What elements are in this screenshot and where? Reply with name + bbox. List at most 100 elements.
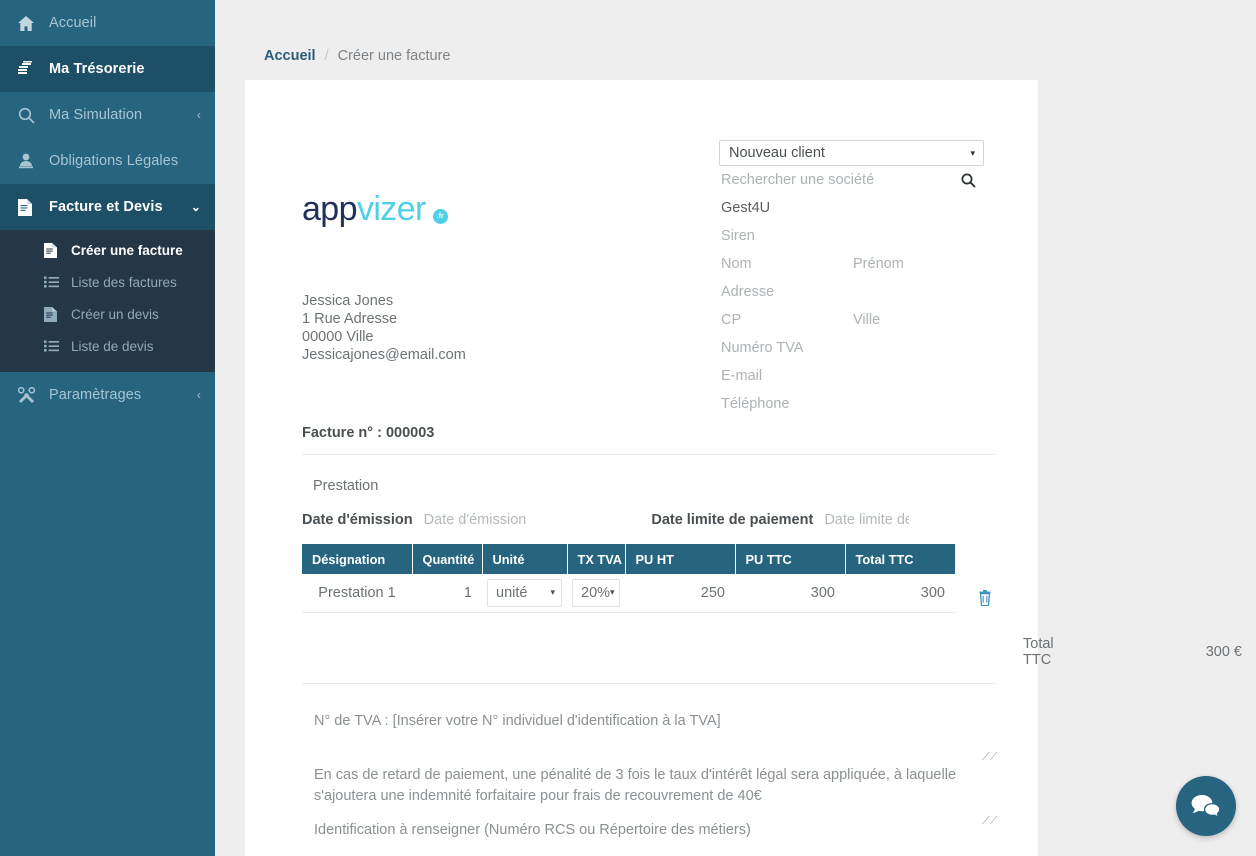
company-search-placeholder: Rechercher une société [721, 172, 875, 188]
sidebar-item-liste-de-devis[interactable]: Liste de devis [0, 330, 215, 362]
client-field-adresse[interactable]: Adresse [719, 278, 984, 306]
chevron-down-icon: ▾ [970, 147, 975, 158]
sidebar-item-accueil[interactable]: Accueil [0, 0, 215, 46]
client-field-numero-tva[interactable]: Numéro TVA [719, 334, 984, 362]
app-root: Accueil Ma Trésorerie Ma Simulation ‹ Ob… [0, 0, 1256, 856]
sidebar-submenu: Créer une facture Liste des factures Cré… [0, 230, 215, 372]
identification-textarea[interactable]: Identification à renseigner (Numéro RCS … [302, 820, 995, 841]
tva-textarea[interactable]: N° de TVA : [Insérer votre N° individuel… [302, 711, 997, 763]
table-row: Prestation 1 1 unité ▾ 20% ▾ 250 300 300 [302, 574, 955, 613]
dates-row: Date d'émission Date d'émission Date lim… [302, 512, 995, 528]
prestation-title: Prestation [313, 478, 379, 494]
col-header-pu-ttc: PU TTC [735, 544, 846, 574]
cell-pu-ht[interactable]: 250 [625, 574, 735, 613]
chevron-left-icon: ‹ [196, 108, 201, 122]
sidebar-label-parametrages: Paramètrages [49, 387, 142, 403]
company-search-row[interactable]: Rechercher une société [719, 166, 984, 194]
breadcrumb-separator: / [324, 48, 329, 64]
client-select-dropdown[interactable]: Nouveau client ▾ [719, 140, 984, 166]
client-panel: Nouveau client ▾ Rechercher une société … [719, 140, 984, 418]
sidebar-item-ma-simulation[interactable]: Ma Simulation ‹ [0, 92, 215, 138]
client-field-telephone[interactable]: Téléphone [719, 390, 984, 418]
search-icon [18, 106, 40, 124]
date-emission-field[interactable]: Date d'émission Date d'émission [302, 512, 526, 528]
magnifier-icon[interactable] [961, 173, 984, 188]
col-header-designation: Désignation [302, 544, 413, 574]
col-header-quantite: Quantité [412, 544, 483, 574]
unite-select-value: unité [496, 584, 528, 601]
client-field-siren-label: Siren [721, 228, 755, 244]
date-limite-input[interactable]: Date limite de paiement [824, 512, 909, 528]
items-table-header-row: Désignation Quantité Unité TX TVA PU HT … [302, 544, 955, 574]
items-table-wrap: Désignation Quantité Unité TX TVA PU HT … [302, 544, 995, 613]
sidebar-item-facture-et-devis[interactable]: Facture et Devis ⌄ [0, 184, 215, 230]
home-icon [18, 14, 40, 32]
sidebar-item-obligations-legales[interactable]: Obligations Légales [0, 138, 215, 184]
breadcrumb: Accueil / Créer une facture [215, 0, 1256, 80]
sidebar-sublabel-creer-une-facture: Créer une facture [71, 242, 183, 258]
client-field-email[interactable]: E-mail [719, 362, 984, 390]
cell-quantite[interactable]: 1 [412, 574, 482, 613]
cell-pu-ttc[interactable]: 300 [735, 574, 845, 613]
client-select-value: Nouveau client [729, 145, 825, 161]
list-icon [44, 340, 64, 352]
col-header-pu-ht: PU HT [625, 544, 736, 574]
unite-select[interactable]: unité ▾ [487, 578, 562, 607]
sidebar: Accueil Ma Trésorerie Ma Simulation ‹ Ob… [0, 0, 215, 856]
sidebar-item-liste-des-factures[interactable]: Liste des factures [0, 266, 215, 298]
total-ttc-label: Total TTC [1023, 636, 1054, 668]
logo-part-vizer: vizer [356, 190, 426, 228]
delete-row-button[interactable] [970, 590, 1000, 611]
sender-street: 1 Rue Adresse [302, 311, 398, 327]
sidebar-sublabel-liste-des-factures: Liste des factures [71, 274, 177, 290]
invoice-card: Nouveau client ▾ Rechercher une société … [245, 80, 1242, 856]
date-emission-label: Date d'émission [302, 512, 413, 528]
client-field-cp-ville[interactable]: CP Ville [719, 306, 984, 334]
breadcrumb-current: Créer une facture [337, 48, 451, 64]
sidebar-item-parametrages[interactable]: Paramètrages ‹ [0, 372, 215, 418]
divider-under-invoice-number [302, 454, 995, 455]
penalty-textarea[interactable]: En cas de retard de paiement, une pénali… [302, 765, 997, 827]
chevron-down-icon: ⌄ [190, 200, 201, 214]
cell-designation[interactable]: Prestation 1 [302, 574, 412, 613]
date-limite-field[interactable]: Date limite de paiement Date limite de p… [651, 512, 909, 528]
logo-tld-badge: .fr [432, 209, 448, 224]
breadcrumb-home-link[interactable]: Accueil [264, 48, 316, 64]
client-field-cp-label: CP [721, 312, 742, 328]
client-field-adresse-label: Adresse [721, 284, 775, 300]
sidebar-label-obligations-legales: Obligations Légales [49, 153, 179, 169]
tva-textarea-text: N° de TVA : [Insérer votre N° individuel… [314, 713, 721, 729]
sender-email: Jessicajones@email.com [302, 347, 466, 363]
client-field-nom-label: Nom [721, 256, 752, 272]
invoice-number: Facture n° : 000003 [302, 425, 435, 441]
logo-part-app: app [302, 190, 358, 228]
date-limite-label: Date limite de paiement [651, 512, 814, 528]
list-icon [44, 276, 64, 288]
total-ttc-value: 300 € [1205, 644, 1242, 660]
tx-tva-select[interactable]: 20% ▾ [572, 578, 620, 607]
stamp-icon [18, 152, 40, 170]
sidebar-sublabel-liste-de-devis: Liste de devis [71, 338, 154, 354]
sidebar-item-creer-un-devis[interactable]: Créer un devis [0, 298, 215, 330]
col-header-tx-tva: TX TVA [567, 544, 626, 574]
sidebar-item-ma-tresorerie[interactable]: Ma Trésorerie [0, 46, 215, 92]
money-stack-icon [18, 60, 40, 78]
appvizer-logo: appvizer .fr [302, 192, 448, 226]
client-field-email-label: E-mail [721, 368, 763, 384]
client-field-societe-value: Gest4U [721, 200, 771, 216]
client-field-ville-label: Ville [853, 312, 881, 328]
client-field-numero-tva-label: Numéro TVA [721, 340, 804, 356]
trash-icon [979, 590, 991, 607]
date-emission-input[interactable]: Date d'émission [424, 512, 527, 528]
items-table: Désignation Quantité Unité TX TVA PU HT … [302, 544, 955, 613]
client-field-siren[interactable]: Siren [719, 222, 984, 250]
chevron-down-icon: ▾ [550, 587, 555, 598]
resize-grip-icon[interactable]: ⟋⟋ [982, 752, 997, 763]
sidebar-item-creer-une-facture[interactable]: Créer une facture [0, 234, 215, 266]
client-field-societe[interactable]: Gest4U [719, 194, 984, 222]
client-field-nom-prenom[interactable]: Nom Prénom [719, 250, 984, 278]
sender-city: 00000 Ville [302, 329, 374, 345]
sidebar-label-ma-simulation: Ma Simulation [49, 107, 143, 123]
document-icon [18, 198, 40, 216]
chat-widget-button[interactable] [1176, 776, 1236, 836]
